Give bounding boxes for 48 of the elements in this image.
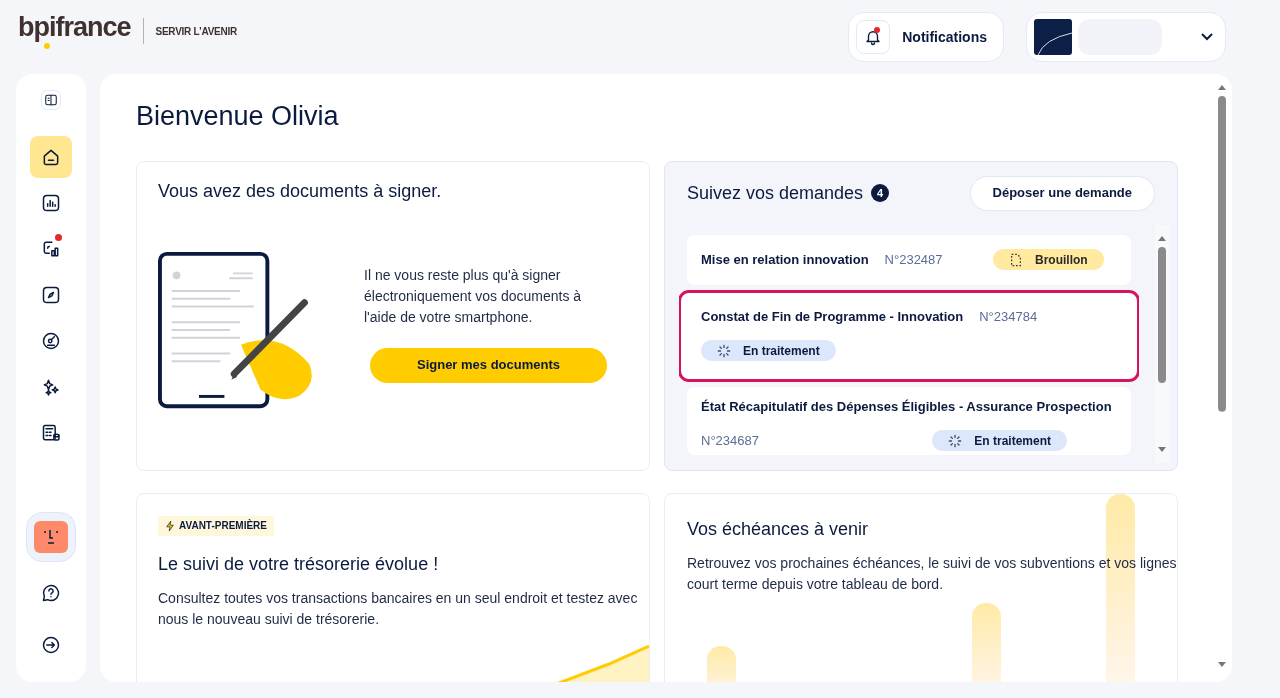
bell-icon: [864, 28, 883, 46]
sign-description: Il ne vous reste plus qu'à signer électroniquement vos documents à l'aide de votre smartphone.: [364, 265, 583, 327]
status-tag: En traitement: [932, 430, 1067, 451]
calculator-icon: [41, 423, 61, 443]
sparkles-icon: [41, 377, 61, 397]
panel-toggle-button[interactable]: [41, 90, 61, 110]
face-avatar-icon: [34, 521, 68, 553]
status-tag: En traitement: [701, 340, 836, 361]
logout-icon: [41, 635, 61, 655]
request-title: Mise en relation innovation: [701, 250, 869, 269]
company-logo-icon: [1034, 19, 1072, 55]
notifications-button[interactable]: Notifications: [848, 12, 1004, 62]
sidebar-item[interactable]: [30, 136, 72, 178]
preview-tag: AVANT-PREMIÈRE: [158, 515, 274, 536]
request-card[interactable]: État Récapitulatif des Dépenses Éligibles - Assurance Prospection N°234687 En traitement: [687, 386, 1131, 455]
request-title: Constat de Fin de Programme - Innovation: [701, 307, 964, 326]
submit-request-button[interactable]: Déposer une demande: [969, 175, 1155, 211]
request-title: État Récapitulatif des Dépenses Éligibles - Assurance Prospection: [701, 397, 1113, 416]
count-badge: 4: [871, 184, 890, 202]
request-card[interactable]: Constat de Fin de Programme - Innovation N°234784 En traitement: [681, 292, 1137, 379]
lightning-icon: [165, 519, 175, 532]
account-dropdown[interactable]: [1026, 12, 1226, 62]
card-title: Vos échéances à venir: [687, 517, 870, 541]
help-icon: [41, 583, 61, 603]
dashed-document-icon: [1009, 252, 1023, 267]
gauge-icon: [41, 331, 61, 351]
treasury-description: Consultez toutes vos transactions bancaires en un seul endroit et testez avec nous le nouveau suivi de trésorerie.: [158, 588, 639, 629]
deadlines-description: Retrouvez vos prochaines échéances, le suivi de vos subventions et vos lignes court terme depuis votre tableau de bord.: [687, 553, 1177, 594]
logo[interactable]: bpifrance: [18, 12, 131, 50]
loading-icon: [717, 343, 731, 358]
page-title: Bienvenue Olivia: [136, 100, 340, 133]
request-number: N°232487: [884, 250, 943, 269]
compass-icon: [41, 285, 61, 305]
chevron-down-icon: [1201, 33, 1213, 41]
card-title: Le suivi de votre trésorerie évolue !: [158, 552, 440, 576]
tagline: SERVIR L’AVENIR: [155, 24, 237, 39]
card-title: Vous avez des documents à signer.: [158, 179, 443, 203]
sign-documents-button[interactable]: Signer mes documents: [370, 347, 607, 383]
request-number: N°234687: [701, 431, 759, 450]
request-number: N°234784: [979, 307, 1038, 326]
card-title: Suivez vos demandes: [687, 181, 864, 205]
home-icon: [41, 147, 61, 167]
request-card[interactable]: Mise en relation innovation N°232487 Brouillon: [687, 234, 1131, 285]
panel-toggle-icon: [44, 93, 58, 107]
status-tag: Brouillon: [993, 249, 1104, 270]
loading-icon: [948, 433, 963, 448]
bar-chart-icon: [41, 193, 61, 213]
chart-card-icon: [41, 239, 61, 259]
